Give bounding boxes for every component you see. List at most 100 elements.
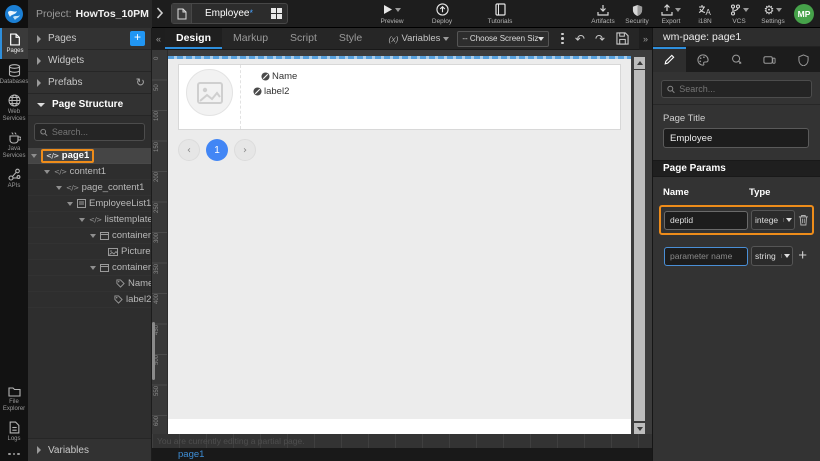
- sidebar-item-logs[interactable]: Logs: [0, 416, 28, 447]
- scroll-up-button[interactable]: [634, 57, 645, 69]
- sidebar-item-web-services[interactable]: Web Services: [0, 89, 28, 126]
- tree-item-page1[interactable]: </> page1: [28, 148, 151, 164]
- image-placeholder[interactable]: [186, 69, 233, 116]
- picture-cell[interactable]: [179, 65, 241, 129]
- caret-down-icon[interactable]: [56, 186, 62, 190]
- variables-dropdown[interactable]: (x) Variables: [389, 33, 450, 44]
- caret-down-icon[interactable]: [90, 266, 96, 270]
- deploy-icon: [436, 3, 449, 16]
- caret-down-icon[interactable]: [79, 218, 85, 222]
- properties-search-input[interactable]: [679, 84, 806, 94]
- sidebar-item-databases[interactable]: Databases: [0, 59, 28, 90]
- database-icon: [8, 64, 21, 77]
- new-param-type-select[interactable]: string: [751, 246, 793, 266]
- status-page-name[interactable]: page1: [178, 449, 204, 460]
- tree-item-page-content1[interactable]: </> page_content1: [28, 180, 151, 196]
- tab-design[interactable]: Design: [165, 28, 222, 49]
- screen-size-select[interactable]: -- Choose Screen Size --: [457, 31, 549, 47]
- tab-script[interactable]: Script: [279, 28, 328, 49]
- open-page-tab[interactable]: Employee*: [171, 3, 288, 24]
- section-variables[interactable]: Variables: [28, 438, 151, 461]
- play-icon: [383, 4, 393, 15]
- tree-item-listtemplate1[interactable]: </> listtemplate1: [28, 212, 151, 228]
- add-page-button[interactable]: +: [130, 31, 145, 46]
- canvas-scrollbar[interactable]: [634, 57, 645, 431]
- tree-item-container1[interactable]: container1: [28, 228, 151, 244]
- sidebar-item-pages[interactable]: Pages: [0, 28, 28, 59]
- toggle-right-panel-button[interactable]: »: [639, 28, 652, 50]
- page-content-area[interactable]: Name label2 ‹ 1 ›: [168, 59, 631, 419]
- globe-icon: [8, 94, 21, 107]
- caret-down-icon[interactable]: [44, 170, 50, 174]
- collapse-left-panel-button[interactable]: «: [152, 28, 165, 50]
- prev-page-button[interactable]: ‹: [178, 139, 200, 161]
- security-button[interactable]: Security: [620, 3, 654, 25]
- deploy-button[interactable]: Deploy: [420, 3, 464, 25]
- redo-button[interactable]: ↷: [590, 29, 610, 49]
- caret-right-icon: [37, 79, 41, 87]
- tree-item-picture[interactable]: Picture: [28, 244, 151, 260]
- tab-security[interactable]: [787, 47, 820, 72]
- tab-markup[interactable]: Markup: [222, 28, 279, 49]
- tutorials-button[interactable]: Tutorials: [478, 3, 522, 25]
- section-pages[interactable]: Pages +: [28, 28, 151, 50]
- tree-item-label2[interactable]: label2: [28, 292, 151, 308]
- more-options-icon[interactable]: [0, 447, 28, 461]
- artifacts-button[interactable]: Artifacts: [586, 3, 620, 25]
- sidebar-item-apis[interactable]: APIs: [0, 163, 28, 194]
- page-title-input[interactable]: [663, 128, 809, 148]
- caret-down-icon[interactable]: [90, 234, 96, 238]
- pages-icon: [9, 33, 21, 46]
- status-bar: page1: [152, 448, 652, 461]
- structure-search-input[interactable]: [52, 127, 139, 137]
- left-panel: Pages + Widgets Prefabs ↻ Page Structure…: [28, 28, 152, 461]
- sidebar-item-java-services[interactable]: Java Services: [0, 126, 28, 163]
- scrollbar-thumb[interactable]: [634, 70, 645, 421]
- section-page-structure[interactable]: Page Structure: [28, 94, 151, 116]
- section-prefabs[interactable]: Prefabs ↻: [28, 72, 151, 94]
- settings-button[interactable]: ⚙ Settings: [756, 3, 790, 25]
- name-widget[interactable]: Name: [261, 71, 620, 82]
- label-cell[interactable]: Name label2: [241, 65, 620, 129]
- param-type-select[interactable]: intege: [751, 210, 795, 230]
- preview-button[interactable]: Preview: [370, 3, 414, 25]
- employee-list-widget[interactable]: Name label2: [178, 64, 621, 130]
- param-name-input[interactable]: [664, 211, 748, 230]
- page-structure-tree: </> page1 </> content1 </> page_content1…: [28, 148, 151, 438]
- current-page-button[interactable]: 1: [206, 139, 228, 161]
- tree-item-name[interactable]: Name: [28, 276, 151, 292]
- more-menu-icon[interactable]: [555, 33, 570, 45]
- tree-item-content1[interactable]: </> content1: [28, 164, 151, 180]
- label2-widget[interactable]: label2: [253, 86, 620, 97]
- label-widget-icon: [261, 72, 270, 81]
- sidebar-item-file-explorer[interactable]: File Explorer: [0, 381, 28, 416]
- tab-style[interactable]: Style: [328, 28, 373, 49]
- next-page-button[interactable]: ›: [234, 139, 256, 161]
- tab-properties[interactable]: [653, 47, 686, 72]
- i18n-button[interactable]: A i18N: [688, 3, 722, 25]
- vcs-button[interactable]: VCS: [722, 3, 756, 25]
- save-button[interactable]: [610, 32, 635, 45]
- new-param-name-input[interactable]: [664, 247, 748, 266]
- refresh-icon[interactable]: ↻: [136, 76, 145, 89]
- palette-icon: [697, 54, 709, 66]
- tree-item-container2[interactable]: container2: [28, 260, 151, 276]
- add-param-button[interactable]: +: [796, 249, 809, 263]
- wavemaker-logo[interactable]: [0, 0, 28, 28]
- wavemaker-logo-icon: [4, 4, 24, 24]
- design-canvas[interactable]: Name label2 ‹ 1 ›: [168, 56, 631, 434]
- structure-search[interactable]: [34, 123, 145, 141]
- section-widgets[interactable]: Widgets: [28, 50, 151, 72]
- user-avatar[interactable]: MP: [794, 4, 814, 24]
- tab-events[interactable]: [720, 47, 753, 72]
- tab-styles[interactable]: [686, 47, 719, 72]
- export-button[interactable]: Export: [654, 3, 688, 25]
- dashboard-grid-icon[interactable]: [271, 8, 282, 19]
- caret-down-icon[interactable]: [67, 202, 73, 206]
- undo-button[interactable]: ↶: [570, 29, 590, 49]
- tree-item-employeelist1[interactable]: EmployeeList1: [28, 196, 151, 212]
- delete-param-icon[interactable]: [798, 214, 809, 226]
- tab-devices[interactable]: [753, 47, 786, 72]
- caret-down-icon[interactable]: [31, 154, 37, 158]
- properties-search[interactable]: [661, 80, 812, 98]
